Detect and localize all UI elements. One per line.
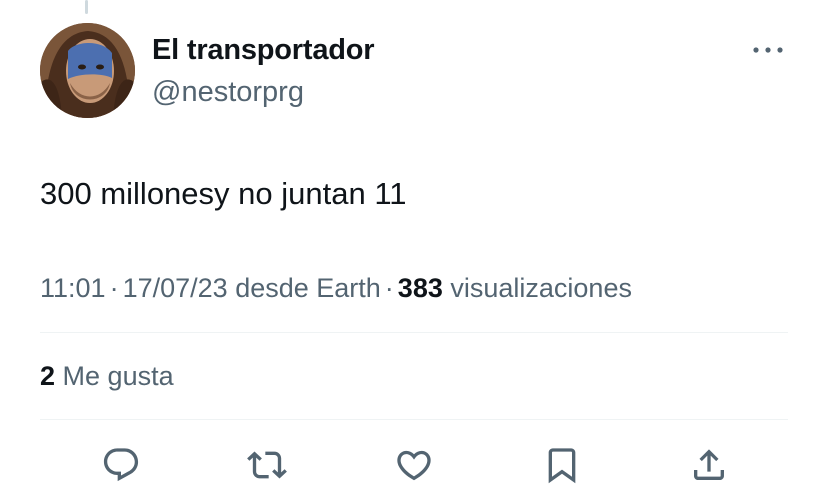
meta-separator: · [384, 273, 394, 303]
share-icon [694, 449, 724, 480]
tweet-time[interactable]: 11:01 [40, 273, 106, 303]
reply-icon [103, 448, 139, 482]
share-button[interactable] [685, 441, 733, 489]
divider [40, 332, 788, 333]
tweet-metadata: 11:01 · 17/07/23 desde Earth · 383 visualiza… [40, 271, 632, 305]
divider [40, 419, 788, 420]
bookmark-icon [548, 448, 576, 484]
author-name[interactable]: El transportador [152, 33, 375, 67]
tweet-source: desde Earth [235, 273, 381, 303]
thread-connector-line [85, 0, 88, 14]
more-options-button[interactable] [748, 33, 788, 67]
heart-icon [397, 450, 431, 481]
likes-label: Me gusta [62, 361, 174, 391]
avatar[interactable] [40, 23, 135, 118]
avatar-image [40, 23, 135, 118]
like-button[interactable] [390, 441, 438, 489]
views-count[interactable]: 383 [398, 273, 443, 303]
ellipsis-icon [753, 47, 783, 53]
reply-button[interactable] [97, 441, 145, 489]
tweet-text: 300 millonesy no juntan 11 [40, 176, 407, 211]
retweet-icon [247, 451, 287, 479]
views-label: visualizaciones [450, 273, 632, 303]
tweet-date[interactable]: 17/07/23 [123, 273, 228, 303]
tweet-detail: El transportador @nestorprg 300 millones… [0, 0, 829, 502]
likes-summary[interactable]: 2 Me gusta [40, 359, 174, 393]
meta-separator: · [109, 273, 119, 303]
bookmark-button[interactable] [538, 441, 586, 489]
retweet-button[interactable] [243, 441, 291, 489]
likes-count: 2 [40, 361, 56, 391]
author-handle[interactable]: @nestorprg [152, 75, 304, 109]
